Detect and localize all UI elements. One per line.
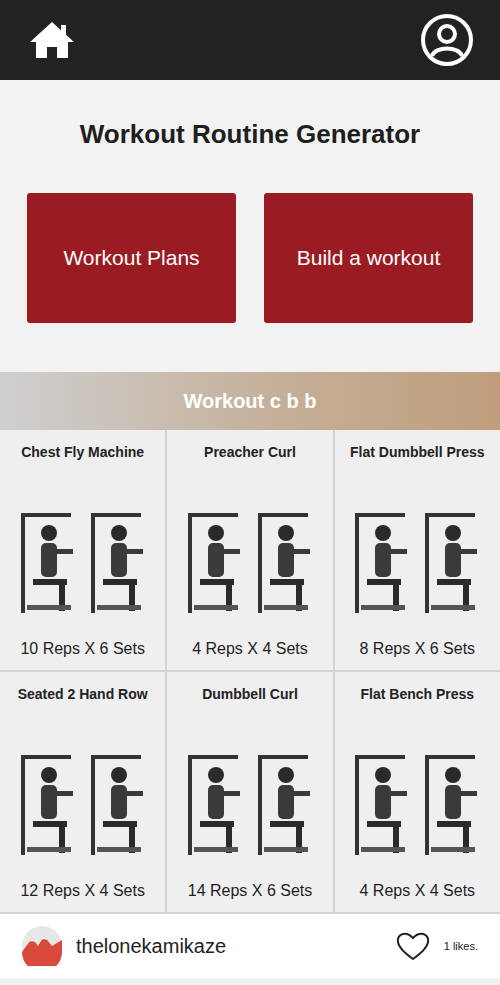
exercise-name: Chest Fly Machine xyxy=(21,444,144,476)
app-title: Workout Routine Generator xyxy=(80,116,420,152)
exercise-card[interactable]: Preacher Curl 4 Reps X 4 Sets xyxy=(167,430,332,670)
action-button[interactable]: Workout Plans xyxy=(27,193,236,323)
exercise-card[interactable]: Flat Bench Press 4 Reps X 4 Sets xyxy=(335,672,500,912)
likes: 1 likes. xyxy=(396,931,478,961)
profile-button[interactable] xyxy=(420,13,474,67)
exercise-reps: 4 Reps X 4 Sets xyxy=(360,882,476,900)
exercise-illustration-icon xyxy=(13,735,153,865)
exercise-card[interactable]: Seated 2 Hand Row 12 Reps X 4 Sets xyxy=(0,672,165,912)
exercise-card[interactable]: Chest Fly Machine 10 Reps X 6 Sets xyxy=(0,430,165,670)
exercise-grid: Chest Fly Machine 10 Reps X 6 Sets Preache… xyxy=(0,430,500,914)
post-footer: thelonekamikaze 1 likes. xyxy=(0,914,500,978)
exercise-picture xyxy=(341,718,494,882)
action-button[interactable]: Build a workout xyxy=(264,193,473,323)
like-count: 1 likes. xyxy=(444,940,478,952)
home-icon xyxy=(28,20,76,60)
exercise-reps: 4 Reps X 4 Sets xyxy=(192,640,308,658)
exercise-name: Preacher Curl xyxy=(204,444,296,476)
user-name[interactable]: thelonekamikaze xyxy=(76,935,382,958)
exercise-illustration-icon xyxy=(13,493,153,623)
exercise-name: Flat Dumbbell Press xyxy=(350,444,485,476)
exercise-picture xyxy=(6,718,159,882)
exercise-picture xyxy=(173,718,326,882)
heart-icon xyxy=(396,931,430,961)
exercise-illustration-icon xyxy=(180,493,320,623)
workout-title: Workout c b b xyxy=(0,372,500,430)
exercise-name: Seated 2 Hand Row xyxy=(18,686,148,718)
exercise-illustration-icon xyxy=(347,735,487,865)
avatar-icon[interactable] xyxy=(22,926,62,966)
top-bar xyxy=(0,0,500,80)
exercise-picture xyxy=(6,476,159,640)
exercise-name: Flat Bench Press xyxy=(361,686,475,718)
like-button[interactable] xyxy=(396,931,430,961)
exercise-illustration-icon xyxy=(347,493,487,623)
exercise-reps: 14 Reps X 6 Sets xyxy=(188,882,313,900)
exercise-picture xyxy=(173,476,326,640)
exercise-reps: 12 Reps X 4 Sets xyxy=(20,882,145,900)
exercise-name: Dumbbell Curl xyxy=(202,686,298,718)
exercise-picture xyxy=(341,476,494,640)
hero: Workout Routine Generator Workout PlansBu… xyxy=(0,80,500,372)
exercise-illustration-icon xyxy=(180,735,320,865)
action-row: Workout PlansBuild a workout xyxy=(27,193,473,323)
exercise-reps: 8 Reps X 6 Sets xyxy=(360,640,476,658)
exercise-reps: 10 Reps X 6 Sets xyxy=(20,640,145,658)
app-page: Workout Routine Generator Workout PlansBu… xyxy=(0,0,500,985)
exercise-card[interactable]: Dumbbell Curl 14 Reps X 6 Sets xyxy=(167,672,332,912)
home-button[interactable] xyxy=(28,20,76,60)
user-icon xyxy=(420,13,474,67)
exercise-card[interactable]: Flat Dumbbell Press 8 Reps X 6 Sets xyxy=(335,430,500,670)
